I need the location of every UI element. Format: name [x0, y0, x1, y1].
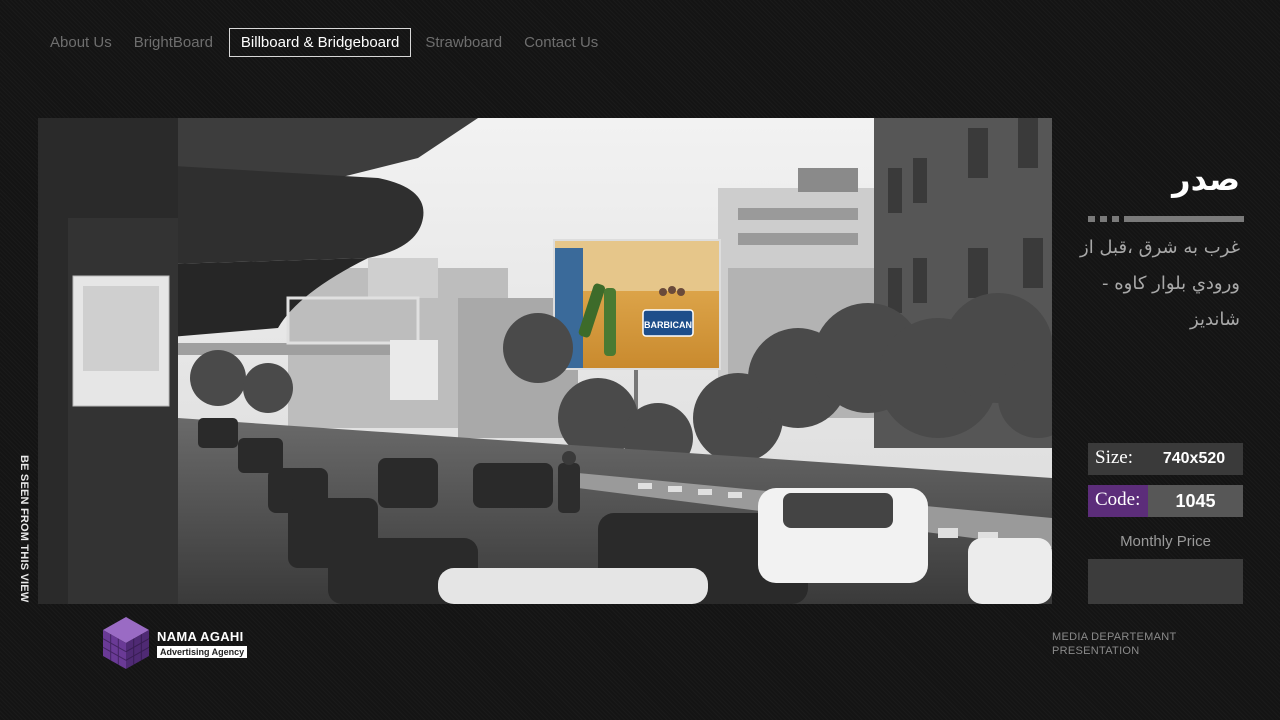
size-spec: Size: 740x520 [1088, 443, 1243, 475]
cube-logo-icon [103, 617, 149, 669]
code-label: Code: [1088, 485, 1148, 517]
department-label: MEDIA DEPARTEMANT PRESENTATION [1052, 630, 1177, 658]
nav-brightboard[interactable]: BrightBoard [124, 29, 223, 56]
department-line-1: MEDIA DEPARTEMANT [1052, 631, 1177, 643]
nav-contact-us[interactable]: Contact Us [514, 29, 608, 56]
top-nav: About Us BrightBoard Billboard & Bridgeb… [40, 27, 610, 57]
logo-tagline: Advertising Agency [157, 645, 248, 658]
monthly-price-label: Monthly Price [1120, 533, 1211, 550]
location-photo: BARBICAN [38, 118, 1052, 604]
billboard-ad-image: BARBICAN [553, 239, 721, 370]
size-label: Size: [1095, 447, 1133, 468]
monthly-price-value [1088, 559, 1243, 604]
code-value: 1045 [1148, 485, 1243, 517]
department-line-2: PRESENTATION [1052, 645, 1140, 657]
code-spec: Code: 1045 [1088, 485, 1243, 517]
nav-about-us[interactable]: About Us [40, 29, 122, 56]
view-caption: BE SEEN FROM THIS VIEW [18, 455, 30, 603]
title-divider [1088, 216, 1244, 222]
location-title: صدر [1172, 160, 1240, 198]
nav-billboard-bridgeboard[interactable]: Billboard & Bridgeboard [228, 27, 412, 57]
company-logo[interactable]: NAMA AGAHI Advertising Agency [103, 617, 248, 669]
logo-name: NAMA AGAHI [157, 628, 244, 644]
location-description: غرب به شرق ،قبل از ورودي بلوار كاوه - شا… [1080, 237, 1240, 330]
size-value: 740x520 [1162, 450, 1226, 467]
nav-strawboard[interactable]: Strawboard [415, 29, 512, 56]
billboard-brand-text: BARBICAN [644, 320, 692, 330]
